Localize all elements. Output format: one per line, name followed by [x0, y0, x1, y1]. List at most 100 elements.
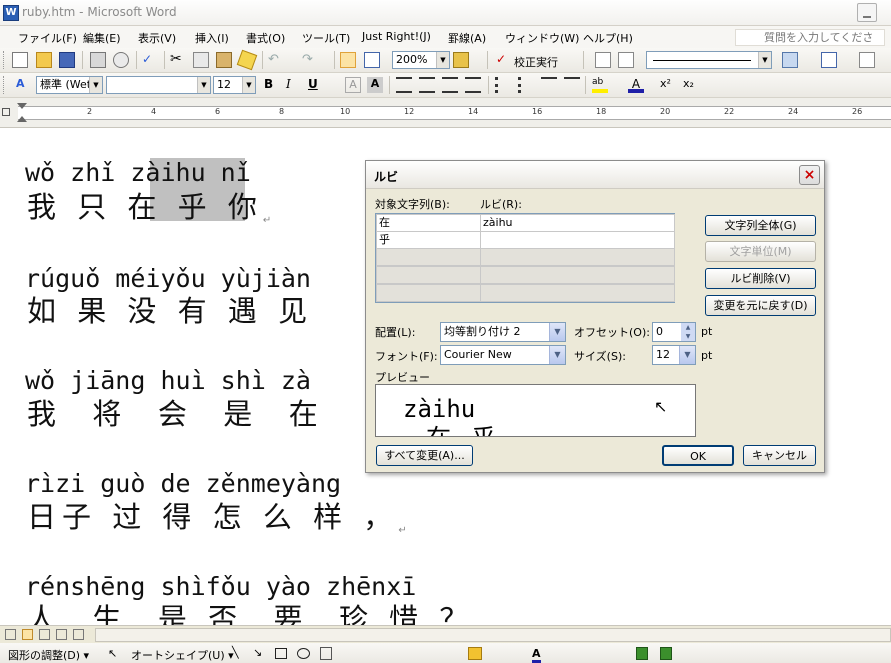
tab-selector-icon[interactable] [2, 108, 10, 116]
pinyin-line[interactable]: wǒ zhǐ zàihu nǐ [25, 158, 251, 187]
3d-style-icon[interactable] [660, 647, 672, 660]
horizontal-scrollbar[interactable] [95, 628, 891, 642]
underline-icon[interactable]: U [308, 77, 324, 93]
print-preview-icon[interactable] [113, 52, 129, 68]
first-line-indent-marker[interactable] [17, 103, 27, 109]
font-size-select[interactable]: 12 ▼ [213, 76, 256, 94]
ruler-strip[interactable] [18, 106, 891, 120]
fill-bucket-icon[interactable] [468, 647, 482, 660]
base-text-cell[interactable]: 乎 [376, 231, 481, 249]
menu-edit[interactable]: 編集(E) [83, 30, 121, 46]
base-text-cell[interactable]: 在 [376, 214, 481, 232]
reading-layout-icon[interactable] [453, 52, 469, 68]
dialog-title-bar[interactable]: ルビ × [366, 161, 824, 189]
format-painter-icon[interactable] [236, 49, 258, 71]
bold-icon[interactable]: B [264, 77, 280, 93]
decrease-indent-icon[interactable] [541, 77, 557, 93]
fill-color-icon[interactable] [782, 52, 798, 68]
zoom-select[interactable]: 200% ▼ [392, 51, 450, 69]
ruby-text-cell[interactable] [480, 231, 675, 249]
save-icon[interactable] [59, 52, 75, 68]
close-icon[interactable]: × [799, 165, 820, 185]
align-distributed-icon[interactable] [465, 77, 481, 93]
print-layout-icon[interactable] [39, 629, 50, 640]
horizontal-ruler[interactable]: 2 4 6 8 10 12 14 16 18 20 22 24 26 [0, 98, 891, 128]
borders-icon[interactable] [821, 52, 837, 68]
menu-file[interactable]: ファイル(F) [18, 30, 77, 46]
styles-pane-icon[interactable]: A [16, 77, 32, 93]
normal-view-icon[interactable] [5, 629, 16, 640]
spelling-check-icon[interactable]: ✓ [142, 52, 158, 68]
hanzi-line[interactable]: 我 只 在 乎 你↵ [27, 184, 271, 226]
menu-view[interactable]: 表示(V) [138, 30, 176, 46]
font-name-select[interactable]: ▼ [106, 76, 211, 94]
apply-all-button[interactable]: すべて変更(A)... [376, 445, 473, 466]
drawing-toggle-icon[interactable] [340, 52, 356, 68]
rectangle-icon[interactable] [275, 648, 287, 659]
char-border-icon[interactable]: A [345, 77, 361, 93]
reset-changes-button[interactable]: 変更を元に戻す(D) [705, 295, 816, 316]
menu-insert[interactable]: 挿入(I) [195, 30, 229, 46]
subscript-icon[interactable]: x₂ [683, 77, 699, 93]
ruby-text-cell[interactable]: zàihu [480, 214, 675, 232]
italic-icon[interactable]: I [286, 77, 302, 93]
paste-icon[interactable] [216, 52, 232, 68]
proofread-button[interactable]: 校正実行 [514, 54, 558, 70]
redo-icon[interactable]: ↷ [302, 52, 318, 68]
char-shading-icon[interactable]: A [367, 77, 383, 93]
shadow-icon[interactable] [636, 647, 648, 660]
undo-icon[interactable]: ↶ [268, 52, 284, 68]
table-format-icon[interactable] [859, 52, 875, 68]
numbering-icon[interactable] [495, 77, 511, 93]
arrow-icon[interactable]: ↘ [253, 646, 262, 659]
menu-window[interactable]: ウィンドウ(W) [505, 30, 579, 46]
ruby-font-select[interactable]: Courier New ▼ [440, 345, 566, 365]
toolbar-grip[interactable] [3, 76, 6, 94]
apply-per-char-button[interactable]: 文字単位(M) [705, 241, 816, 262]
hanzi-line[interactable]: 人 生 是 否 要 珍 惜 ？↵ [27, 596, 483, 625]
superscript-icon[interactable]: x² [660, 77, 676, 93]
style-select[interactable]: 標準 (Wet ▼ [36, 76, 103, 94]
draw-menu-button[interactable]: 図形の調整(D) ▾ [8, 647, 89, 663]
menu-help[interactable]: ヘルプ(H) [583, 30, 633, 46]
new-document-icon[interactable] [12, 52, 28, 68]
track-changes-icon[interactable] [618, 52, 634, 68]
increase-indent-icon[interactable] [564, 77, 580, 93]
open-folder-icon[interactable] [36, 52, 52, 68]
ok-button[interactable]: OK [662, 445, 734, 466]
hanzi-line[interactable]: 日子 过 得 怎 么 样 ，↵ [27, 494, 407, 536]
hanzi-line[interactable]: 如 果 没 有 遇 见 [27, 288, 313, 330]
web-layout-icon[interactable] [22, 629, 33, 640]
offset-stepper[interactable]: 0 ▲ ▼ [652, 322, 696, 342]
left-indent-marker[interactable] [17, 116, 27, 122]
align-right-icon[interactable] [442, 77, 458, 93]
comment-icon[interactable] [595, 52, 611, 68]
help-search-input[interactable]: 質問を入力してください [735, 29, 885, 59]
align-center-icon[interactable] [419, 77, 435, 93]
menu-tools[interactable]: ツール(T) [302, 30, 350, 46]
ruby-size-select[interactable]: 12 ▼ [652, 345, 696, 365]
insert-table-icon[interactable] [364, 52, 380, 68]
alignment-select[interactable]: 均等割り付け 2 ▼ [440, 322, 566, 342]
line-style-select[interactable]: ▼ [646, 51, 772, 69]
menu-format[interactable]: 書式(O) [246, 30, 285, 46]
oval-icon[interactable] [297, 648, 310, 659]
textbox-icon[interactable] [320, 647, 332, 660]
draw-font-color-icon[interactable]: A [532, 647, 541, 663]
spin-down-icon[interactable]: ▼ [681, 332, 695, 341]
cancel-button[interactable]: キャンセル [743, 445, 816, 466]
spin-up-icon[interactable]: ▲ [681, 323, 695, 332]
toolbar-grip[interactable] [3, 51, 6, 69]
highlight-icon[interactable]: ab [592, 77, 608, 93]
font-color-icon[interactable]: A [628, 77, 644, 93]
word-app-icon[interactable]: W [3, 5, 19, 21]
reading-view-icon[interactable] [73, 629, 84, 640]
autoshape-menu-button[interactable]: オートシェイプ(U) ▾ [131, 647, 234, 663]
select-objects-icon[interactable]: ↖ [108, 647, 117, 660]
delete-ruby-button[interactable]: ルビ削除(V) [705, 268, 816, 289]
menu-justright[interactable]: Just Right!(J) [362, 30, 431, 43]
bullets-icon[interactable] [518, 77, 534, 93]
menu-table[interactable]: 罫線(A) [448, 30, 486, 46]
hanzi-line[interactable]: 我 将 会 是 在 [27, 391, 324, 433]
copy-icon[interactable] [193, 52, 209, 68]
